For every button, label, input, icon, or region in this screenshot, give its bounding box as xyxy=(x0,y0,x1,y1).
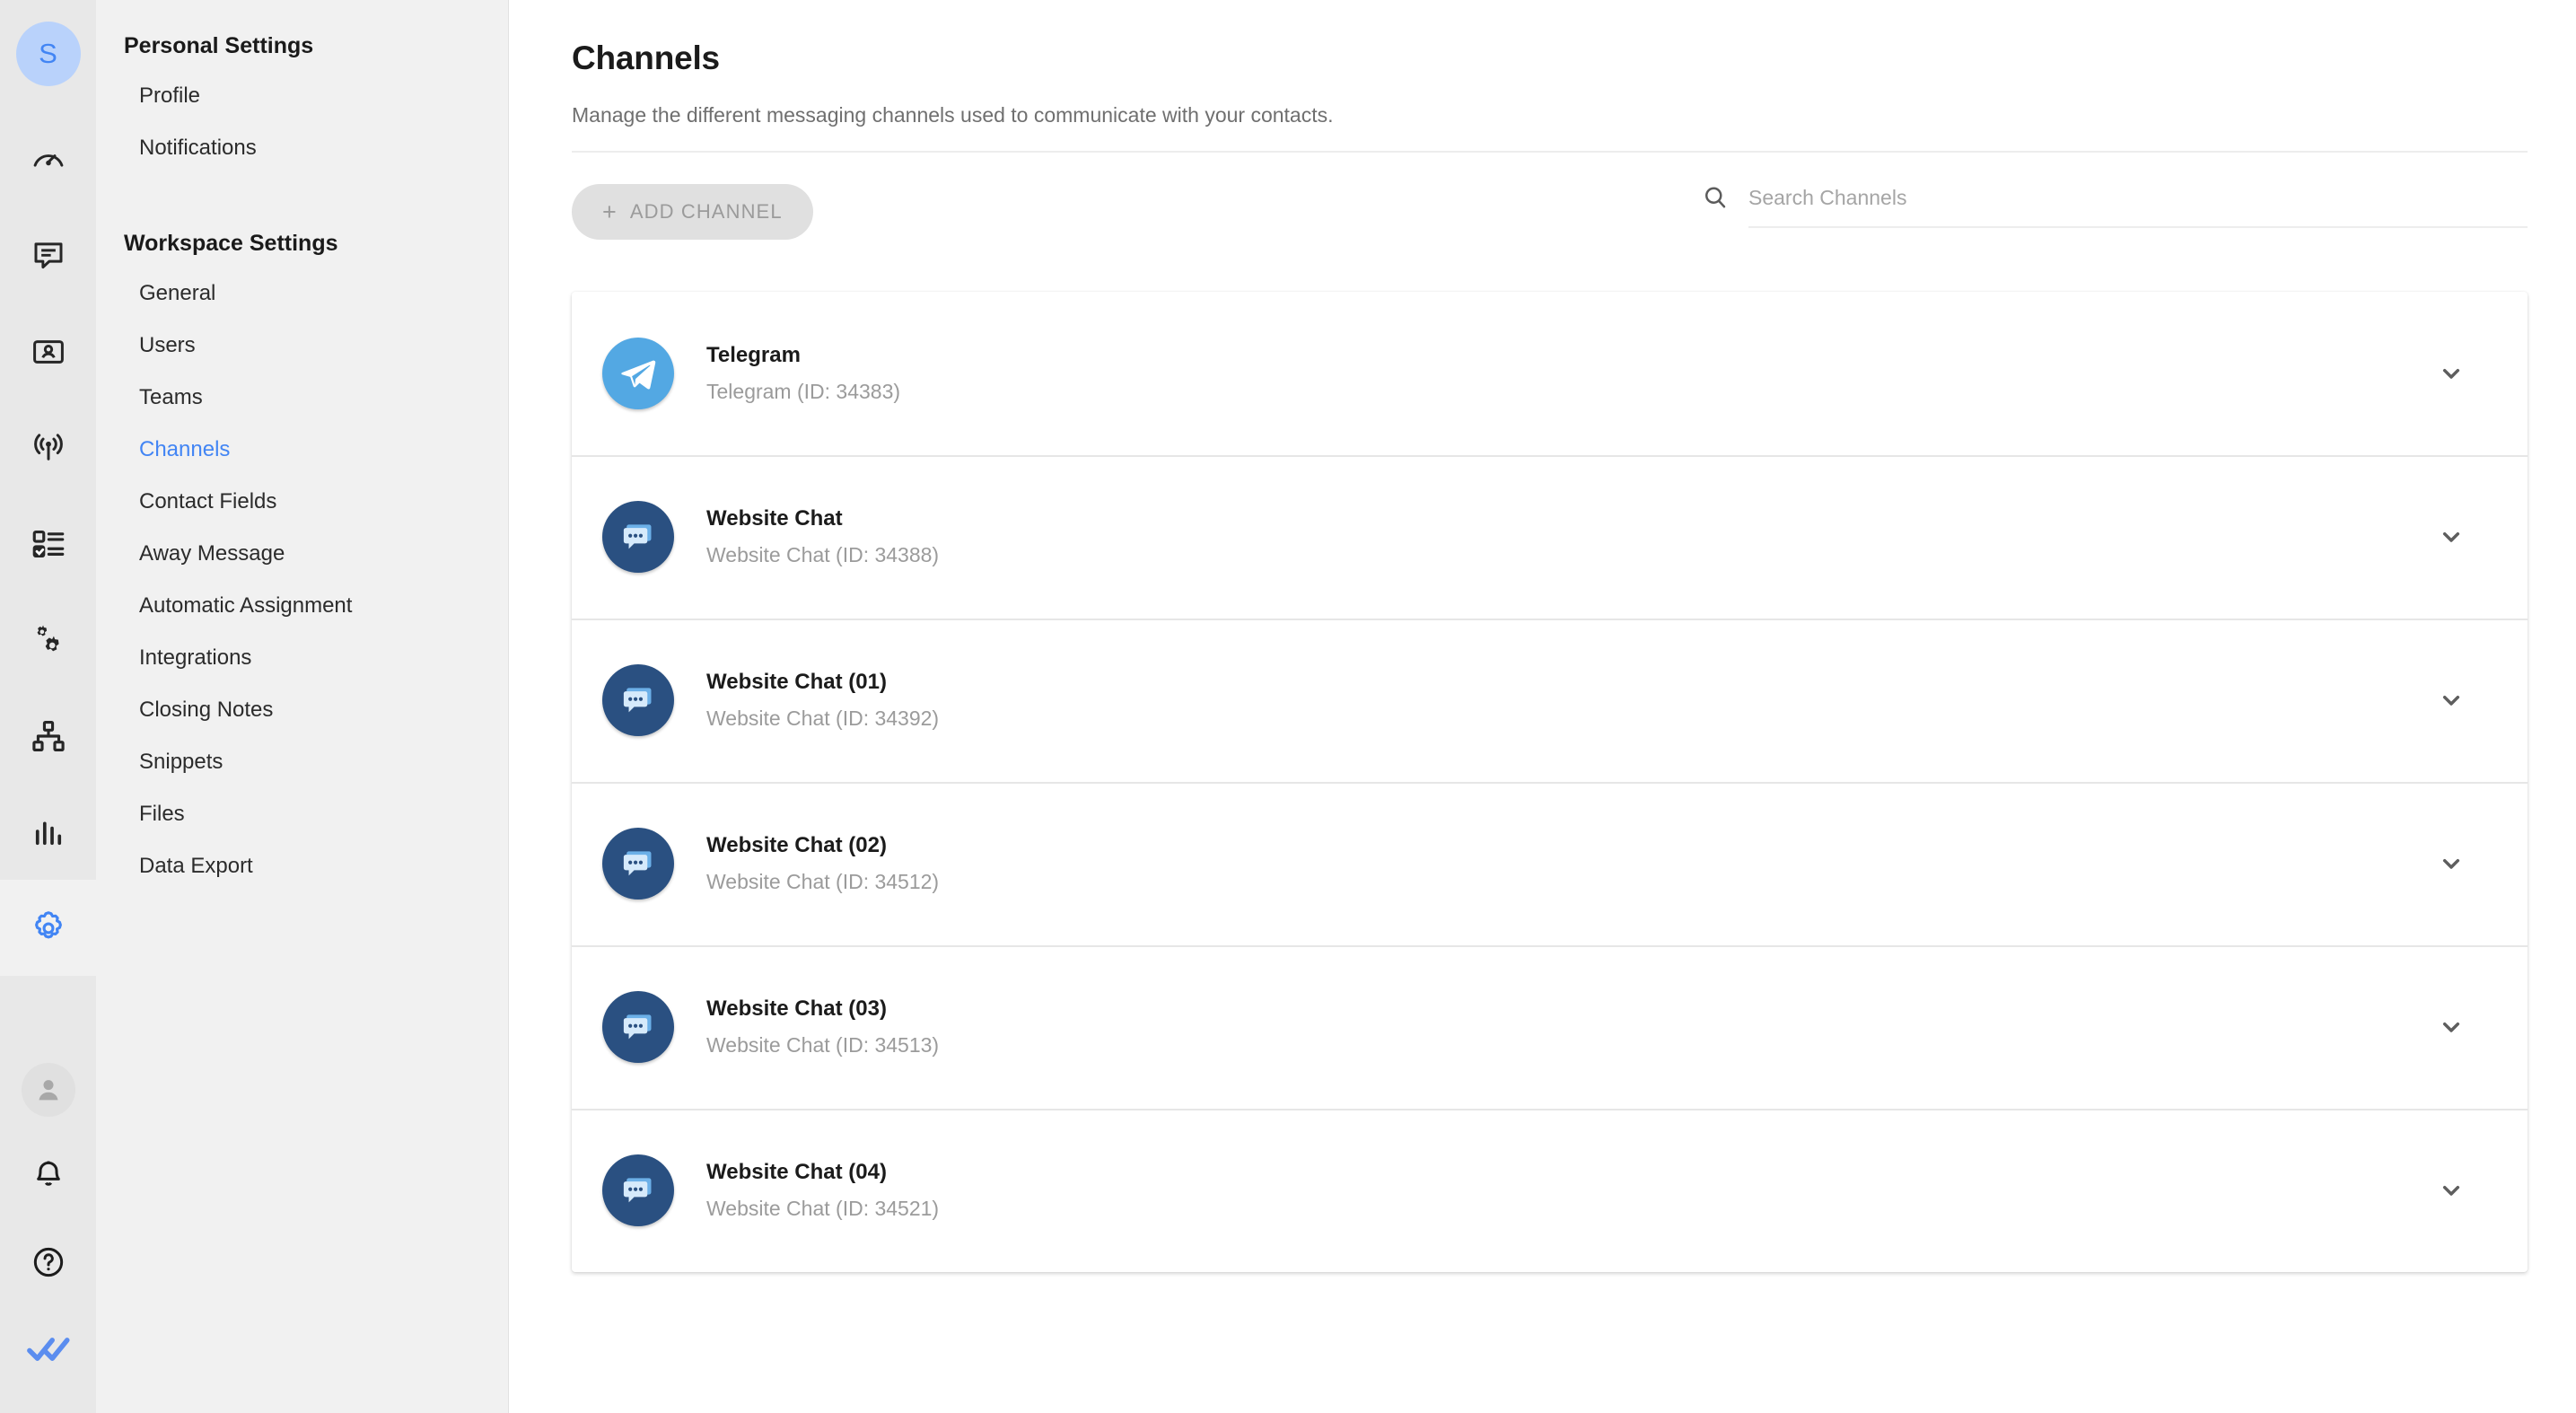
channel-name: Website Chat xyxy=(706,506,843,531)
dashboard-gauge-icon[interactable] xyxy=(0,111,96,207)
sidebar-item-users[interactable]: Users xyxy=(96,320,508,372)
chevron-down-icon[interactable] xyxy=(2427,349,2475,398)
channel-name: Telegram xyxy=(706,343,801,368)
table-row[interactable]: Website Chat (01) Website Chat (ID: 3439… xyxy=(572,619,2528,782)
channels-list-card: Telegram Telegram (ID: 34383) Website Ch… xyxy=(572,292,2528,1272)
chevron-down-icon[interactable] xyxy=(2427,1003,2475,1051)
channel-meta: Website Chat (ID: 34512) xyxy=(706,869,940,893)
sidebar-item-profile[interactable]: Profile xyxy=(96,70,508,122)
header-divider xyxy=(572,151,2528,153)
user-avatar-icon[interactable] xyxy=(0,1047,96,1133)
sidebar-item-data-export[interactable]: Data Export xyxy=(96,840,508,892)
channel-text-block: Website Chat (03) Website Chat (ID: 3451… xyxy=(706,995,2427,1058)
table-row[interactable]: Website Chat (04) Website Chat (ID: 3452… xyxy=(572,1109,2528,1272)
double-check-logo-icon[interactable] xyxy=(0,1305,96,1391)
messages-chat-icon[interactable] xyxy=(0,207,96,303)
channel-text-block: Website Chat (02) Website Chat (ID: 3451… xyxy=(706,831,2427,895)
channel-text-block: Website Chat (01) Website Chat (ID: 3439… xyxy=(706,668,2427,732)
avatar xyxy=(21,1063,75,1117)
broadcast-antenna-icon[interactable] xyxy=(0,399,96,496)
app-root: S Personal Settings Profile Notification… xyxy=(0,0,2576,1413)
chevron-down-icon[interactable] xyxy=(2427,676,2475,724)
workspace-settings-heading: Workspace Settings xyxy=(124,231,338,256)
channel-name: Website Chat (02) xyxy=(706,833,887,858)
sidebar-item-away-message[interactable]: Away Message xyxy=(96,528,508,580)
channel-name: Website Chat (03) xyxy=(706,996,887,1022)
channel-text-block: Telegram Telegram (ID: 34383) xyxy=(706,341,2427,405)
chevron-down-icon[interactable] xyxy=(2427,839,2475,888)
help-question-icon[interactable] xyxy=(0,1219,96,1305)
add-channel-label: ADD CHANNEL xyxy=(629,200,783,223)
search-input[interactable] xyxy=(1748,186,2528,214)
channels-toolbar: + ADD CHANNEL xyxy=(572,184,2528,240)
channel-name: Website Chat (01) xyxy=(706,670,887,695)
reports-bar-chart-icon[interactable] xyxy=(0,784,96,880)
website-chat-icon xyxy=(602,828,674,900)
telegram-icon xyxy=(602,338,674,409)
sidebar-item-teams[interactable]: Teams xyxy=(96,372,508,424)
plus-icon: + xyxy=(602,197,618,225)
page-subtitle: Manage the different messaging channels … xyxy=(572,103,1334,127)
sidebar-item-integrations[interactable]: Integrations xyxy=(96,632,508,684)
table-row[interactable]: Website Chat (03) Website Chat (ID: 3451… xyxy=(572,945,2528,1109)
add-channel-button[interactable]: + ADD CHANNEL xyxy=(572,184,813,240)
sidebar-item-channels[interactable]: Channels xyxy=(96,424,508,476)
main-content: Channels Manage the different messaging … xyxy=(509,0,2576,1413)
chevron-down-icon[interactable] xyxy=(2427,513,2475,561)
sidebar-item-snippets[interactable]: Snippets xyxy=(96,736,508,788)
website-chat-icon xyxy=(602,664,674,736)
channel-meta: Website Chat (ID: 34392) xyxy=(706,706,940,730)
settings-gear-icon[interactable] xyxy=(0,880,96,976)
table-row[interactable]: Telegram Telegram (ID: 34383) xyxy=(572,292,2528,455)
contacts-card-icon[interactable] xyxy=(0,303,96,399)
table-row[interactable]: Website Chat (02) Website Chat (ID: 3451… xyxy=(572,782,2528,945)
website-chat-icon xyxy=(602,1154,674,1226)
workspace-avatar-initial: S xyxy=(39,38,57,69)
sidebar-item-automatic-assignment[interactable]: Automatic Assignment xyxy=(96,580,508,632)
channel-name: Website Chat (04) xyxy=(706,1160,887,1185)
sidebar-item-closing-notes[interactable]: Closing Notes xyxy=(96,684,508,736)
rail-bottom-group xyxy=(0,1047,96,1413)
channel-meta: Website Chat (ID: 34513) xyxy=(706,1032,940,1057)
primary-icon-rail: S xyxy=(0,0,96,1413)
workspace-avatar[interactable]: S xyxy=(15,22,81,86)
settings-sidebar: Personal Settings Profile Notifications … xyxy=(96,0,509,1413)
workflows-hierarchy-icon[interactable] xyxy=(0,688,96,784)
website-chat-icon xyxy=(602,991,674,1063)
sidebar-item-files[interactable]: Files xyxy=(96,788,508,840)
website-chat-icon xyxy=(602,501,674,573)
sidebar-item-general[interactable]: General xyxy=(96,268,508,320)
chevron-down-icon[interactable] xyxy=(2427,1166,2475,1215)
sidebar-item-contact-fields[interactable]: Contact Fields xyxy=(96,476,508,528)
checklist-icon[interactable] xyxy=(0,496,96,592)
search-field-underline xyxy=(1748,186,2528,228)
page-title: Channels xyxy=(572,39,720,76)
notifications-bell-icon[interactable] xyxy=(0,1133,96,1219)
table-row[interactable]: Website Chat Website Chat (ID: 34388) xyxy=(572,455,2528,619)
channel-text-block: Website Chat (04) Website Chat (ID: 3452… xyxy=(706,1158,2427,1222)
channel-meta: Website Chat (ID: 34388) xyxy=(706,542,940,566)
sidebar-item-notifications[interactable]: Notifications xyxy=(96,122,508,174)
channel-text-block: Website Chat Website Chat (ID: 34388) xyxy=(706,505,2427,568)
automations-gears-icon[interactable] xyxy=(0,592,96,688)
channel-meta: Telegram (ID: 34383) xyxy=(706,379,901,403)
channel-meta: Website Chat (ID: 34521) xyxy=(706,1196,940,1220)
personal-settings-heading: Personal Settings xyxy=(124,33,314,58)
search-channels-wrapper xyxy=(1702,184,2528,228)
search-icon xyxy=(1702,184,1729,228)
